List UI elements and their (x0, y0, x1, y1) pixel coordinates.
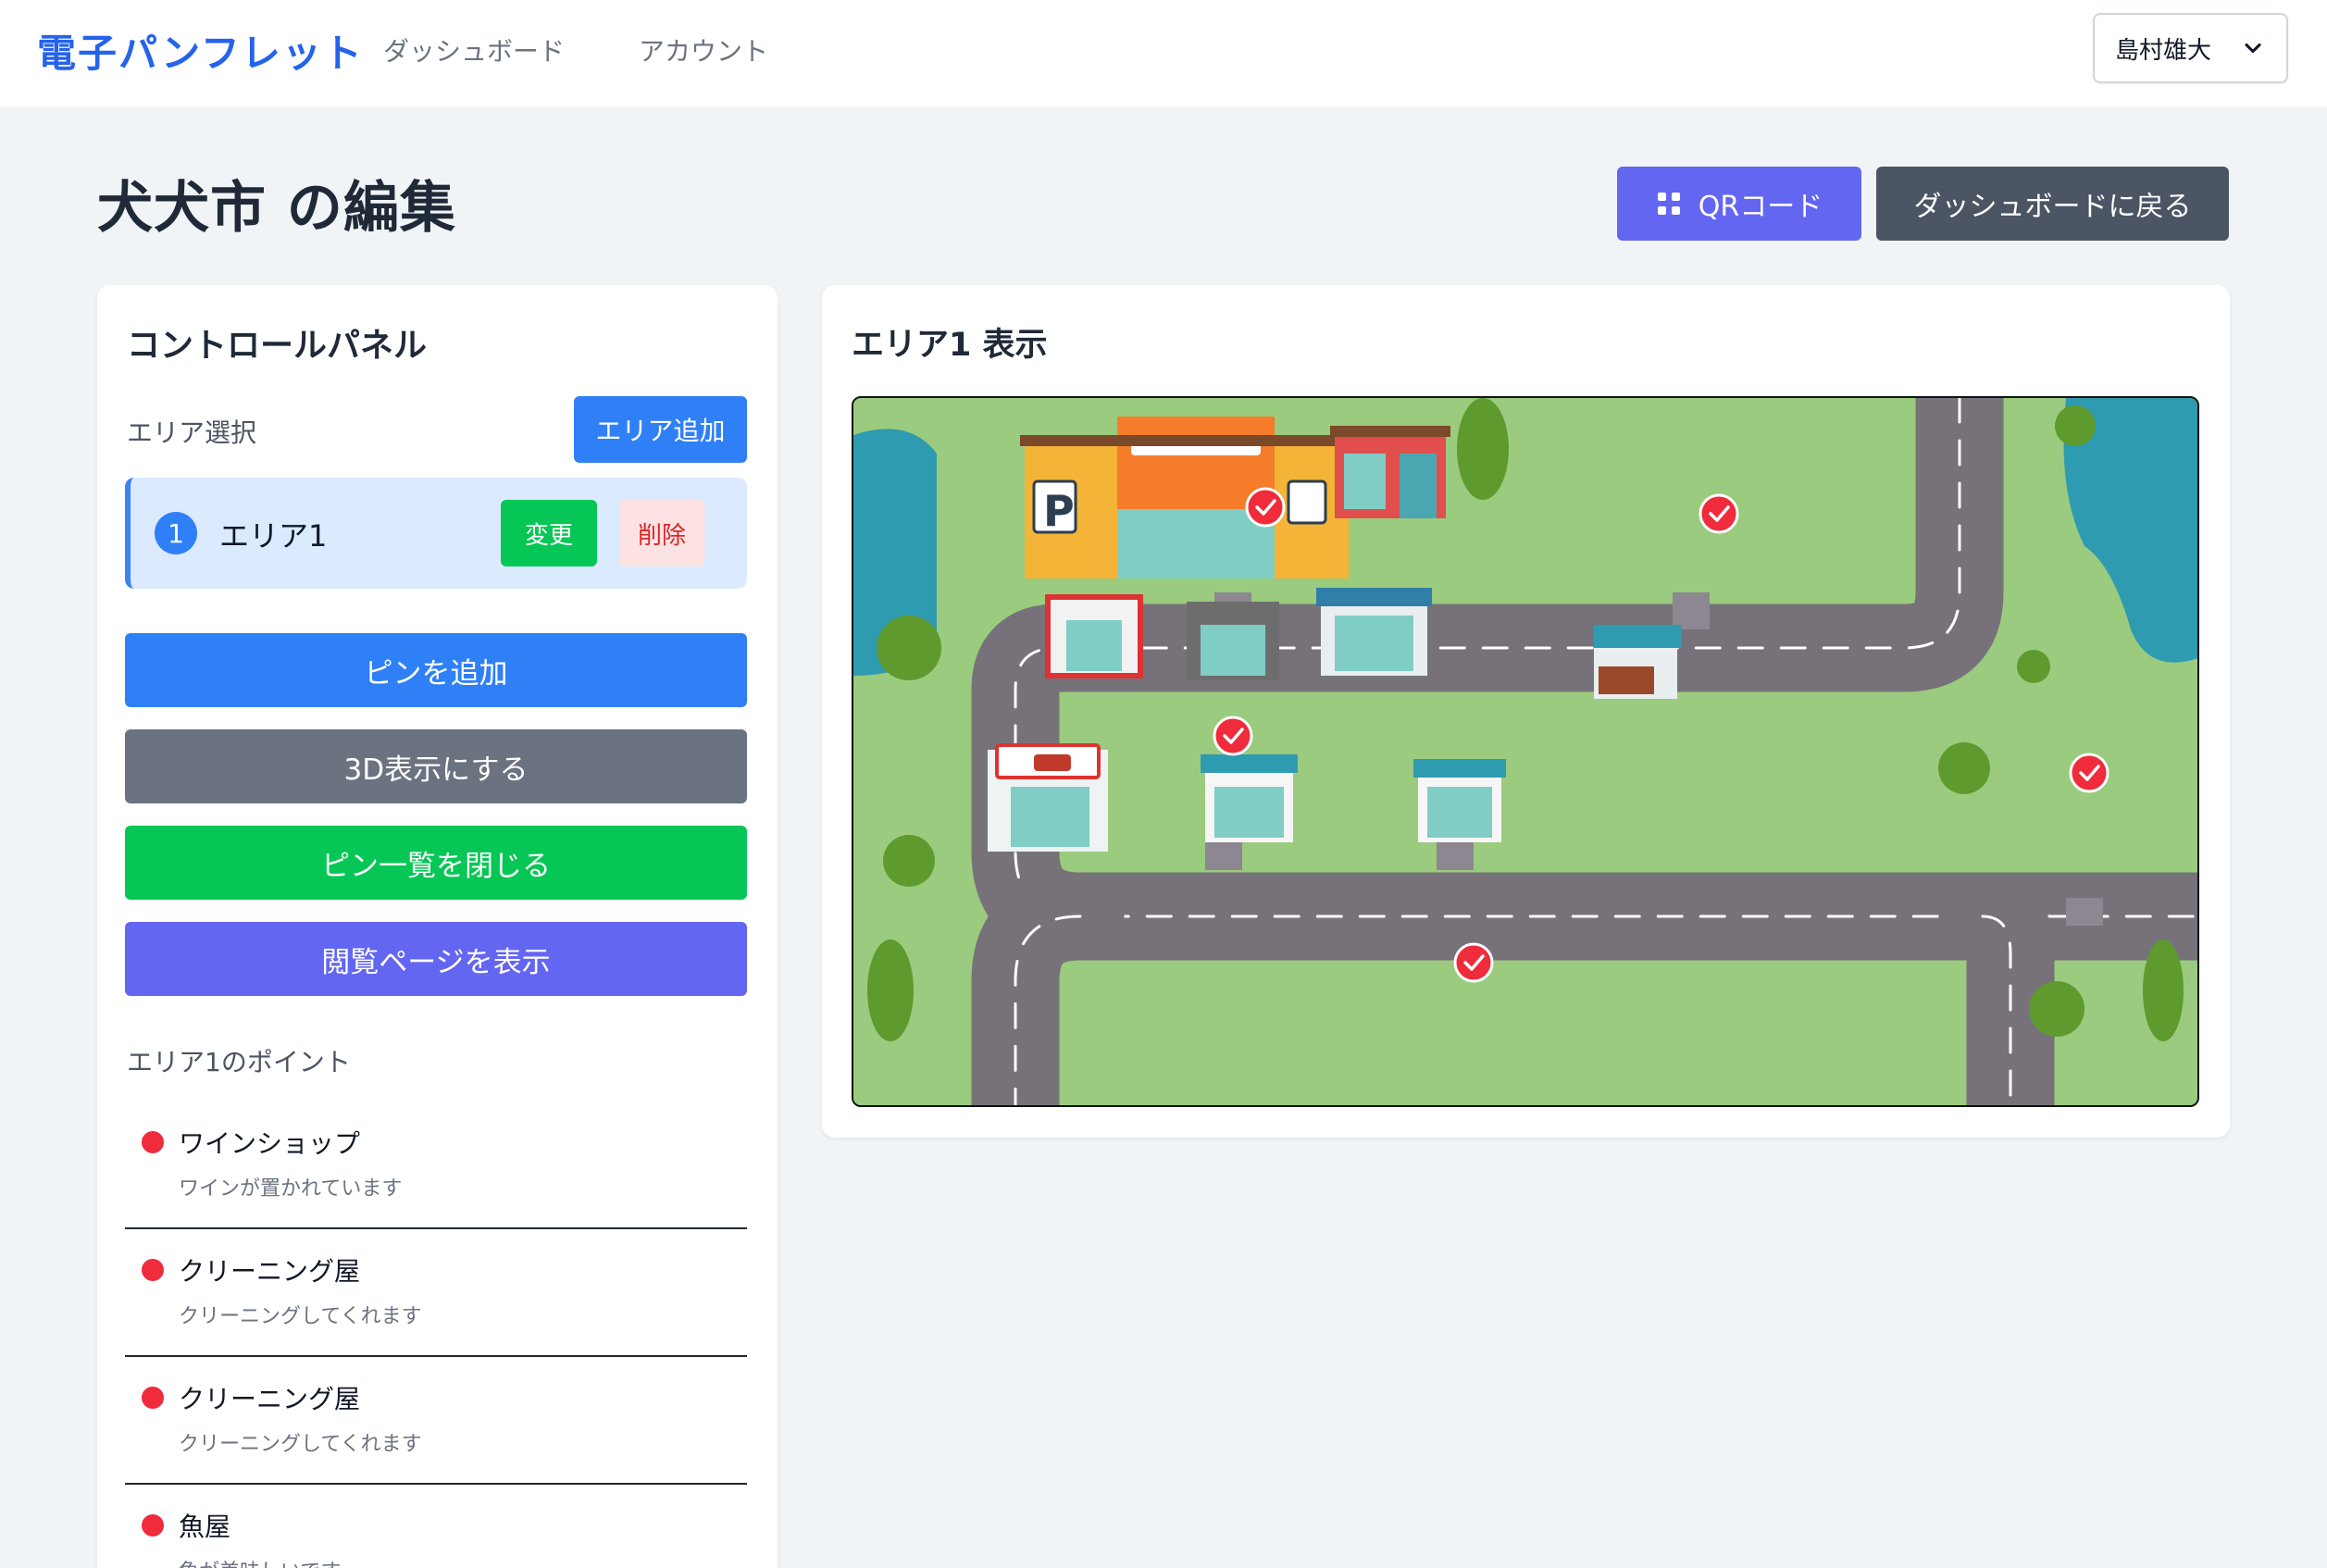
point-name: クリーニング屋 (179, 1256, 361, 1287)
points-list-label: エリア1のポイント (127, 1047, 351, 1077)
show-3d-button[interactable]: 3D表示にする (125, 729, 747, 803)
user-menu-dropdown[interactable]: 島村雄大 (2093, 13, 2288, 83)
point-description: ワインが置かれています (179, 1177, 403, 1201)
point-name: 魚屋 (179, 1512, 231, 1542)
area-number-badge: 1 (155, 512, 197, 554)
area-select-label: エリア選択 (127, 417, 257, 448)
chevron-down-icon (2245, 43, 2261, 54)
area-view-title: エリア1 表示 (852, 327, 1048, 364)
point-item[interactable]: 魚屋 魚が美味しいです (125, 1485, 747, 1568)
area-map[interactable]: P (852, 396, 2199, 1107)
point-description: クリーニングしてくれます (179, 1433, 422, 1456)
change-area-button[interactable]: 変更 (501, 500, 597, 566)
pin-dot-icon (142, 1131, 164, 1153)
add-area-button[interactable]: エリア追加 (574, 396, 747, 463)
pin-dot-icon (142, 1259, 164, 1281)
control-panel-title: コントロールパネル (127, 327, 428, 365)
nav-link-account[interactable]: アカウント (639, 31, 768, 68)
svg-text:P: P (1043, 486, 1075, 536)
nav-link-dashboard[interactable]: ダッシュボード (383, 31, 565, 68)
page-title: 犬犬市 の編集 (97, 176, 456, 241)
town-map-illustration: P (853, 398, 2197, 1105)
point-item[interactable]: クリーニング屋 クリーニングしてくれます (125, 1357, 747, 1485)
view-page-button[interactable]: 閲覧ページを表示 (125, 922, 747, 996)
top-navbar: 電子パンフレット ダッシュボード アカウント 島村雄大 (0, 0, 2327, 106)
control-panel: コントロールパネル エリア選択 エリア追加 1 エリア1 変更 削除 ピンを追加… (97, 285, 778, 1568)
qr-code-icon (1657, 193, 1680, 215)
point-name: ワインショップ (179, 1128, 361, 1159)
point-description: クリーニングしてくれます (179, 1305, 422, 1328)
close-pin-list-button[interactable]: ピン一覧を閉じる (125, 826, 747, 900)
qr-code-label: QRコード (1698, 191, 1823, 223)
delete-area-button[interactable]: 削除 (619, 500, 704, 566)
add-pin-button[interactable]: ピンを追加 (125, 633, 747, 707)
area-view-panel: エリア1 表示 P (822, 285, 2230, 1138)
area-item-1[interactable]: 1 エリア1 変更 削除 (125, 478, 747, 589)
point-description: 魚が美味しいです (179, 1555, 341, 1568)
point-item[interactable]: クリーニング屋 クリーニングしてくれます (125, 1229, 747, 1357)
qr-code-button[interactable]: QRコード (1617, 167, 1861, 241)
brand-logo[interactable]: 電子パンフレット (37, 22, 364, 79)
point-name: クリーニング屋 (179, 1384, 361, 1414)
area-name: エリア1 (219, 518, 328, 554)
user-name: 島村雄大 (2115, 36, 2212, 65)
point-item[interactable]: ワインショップ ワインが置かれています (125, 1101, 747, 1229)
pin-dot-icon (142, 1387, 164, 1409)
pin-dot-icon (142, 1514, 164, 1537)
back-to-dashboard-button[interactable]: ダッシュボードに戻る (1876, 167, 2229, 241)
